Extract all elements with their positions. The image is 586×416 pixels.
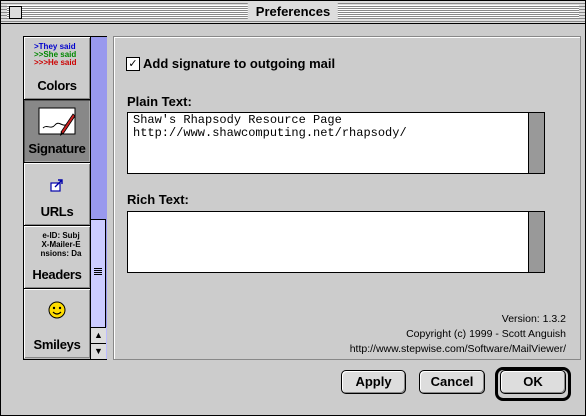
scroll-up-arrow-icon[interactable]: ▲ [91,327,106,343]
category-scrollbar[interactable]: ▲ ▼ [90,37,107,359]
headers-text-icon: e-ID: Subj X-Mailer-E nsions: Da [40,231,82,258]
category-colors[interactable]: >They said >>She said >>>He said Colors [24,37,90,100]
cancel-button[interactable]: Cancel [419,370,485,394]
scroll-down-arrow-icon[interactable]: ▼ [91,343,106,359]
category-label: URLs [40,204,74,219]
category-urls[interactable]: URLs [24,163,90,226]
preferences-window: Preferences >They said >>She said >>>He … [0,0,586,416]
category-label: Smileys [33,337,81,352]
plain-text-scrollbar[interactable] [528,113,544,173]
signature-pen-icon [24,106,90,145]
add-signature-label[interactable]: Add signature to outgoing mail [143,56,335,71]
plain-text-field[interactable]: Shaw's Rhapsody Resource Page http://www… [127,112,545,174]
category-headers[interactable]: e-ID: Subj X-Mailer-E nsions: Da Headers [24,226,90,289]
version-text: Version: 1.3.2 [501,313,566,325]
category-label: Colors [37,78,77,93]
rich-text-scrollbar[interactable] [528,212,544,272]
url-arrow-icon [24,177,90,198]
apply-button[interactable]: Apply [341,370,406,394]
scroll-grip-icon [94,268,102,275]
scroll-thumb[interactable] [91,219,106,329]
category-label: Headers [32,267,82,282]
category-signature[interactable]: Signature [24,100,90,163]
about-info: Version: 1.3.2 Copyright (c) 1999 - Scot… [350,312,566,357]
category-smileys[interactable]: Smileys [24,289,90,358]
rich-text-label: Rich Text: [127,192,189,207]
title-bar[interactable]: Preferences [1,1,585,24]
homepage-url: http://www.stepwise.com/Software/MailVie… [349,343,566,355]
copyright-text: Copyright (c) 1999 - Scott Anguish [406,328,566,340]
plain-text-value[interactable]: Shaw's Rhapsody Resource Page http://www… [133,114,523,140]
close-box-icon[interactable] [9,6,22,19]
rich-text-field[interactable] [127,211,545,273]
ok-button[interactable]: OK [500,370,566,394]
plain-text-label: Plain Text: [127,94,192,109]
category-label: Signature [28,141,86,156]
window-title: Preferences [247,3,339,21]
preference-category-list: >They said >>She said >>>He said Colors … [23,36,107,360]
colors-quote-icon: >They said >>She said >>>He said [34,42,77,67]
signature-settings-panel: ✓ Add signature to outgoing mail Plain T… [113,36,581,360]
smiley-icon [24,301,90,324]
add-signature-checkbox[interactable]: ✓ [126,57,140,71]
